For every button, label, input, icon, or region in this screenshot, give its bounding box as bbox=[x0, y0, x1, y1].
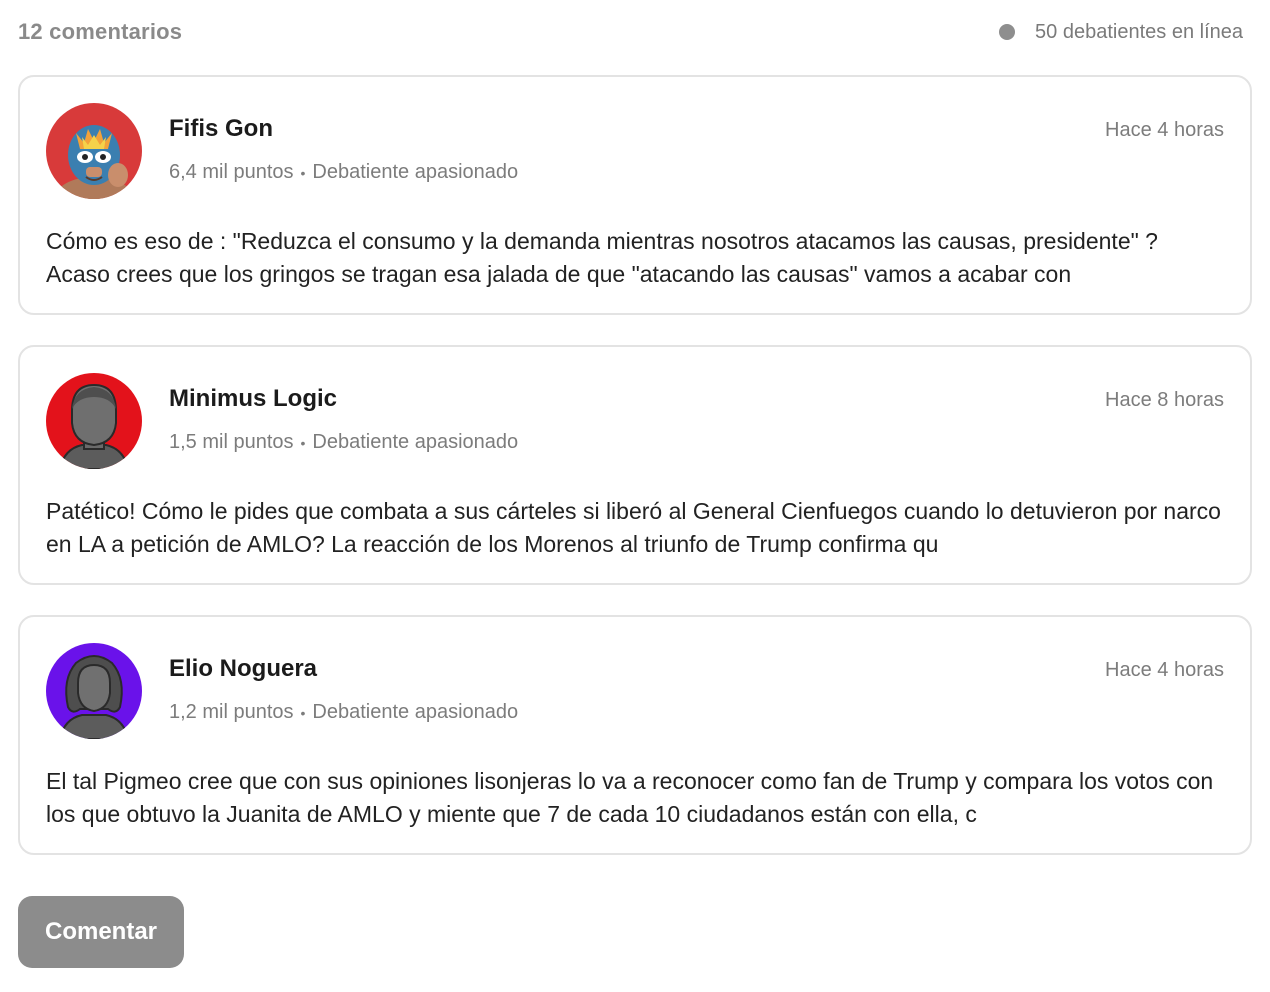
comment-text: El tal Pigmeo cree que con sus opiniones… bbox=[46, 768, 1214, 827]
comment-time: Hace 4 horas bbox=[1105, 659, 1224, 681]
author-name[interactable]: Elio Noguera bbox=[169, 655, 317, 683]
female-silhouette-avatar-icon[interactable] bbox=[46, 643, 142, 739]
author-meta: 6,4 mil puntos • Debatiente apasionado bbox=[169, 161, 518, 184]
author-rank: Debatiente apasionado bbox=[312, 431, 519, 453]
comment-card[interactable]: Minimus Logic 1,5 mil puntos • Debatient… bbox=[18, 345, 1252, 585]
male-silhouette-avatar-icon[interactable] bbox=[46, 373, 142, 469]
comments-header: 12 comentarios 50 debatientes en línea bbox=[18, 14, 1243, 50]
separator-dot: • bbox=[300, 164, 306, 181]
author-rank: Debatiente apasionado bbox=[312, 161, 519, 183]
author-name[interactable]: Fifis Gon bbox=[169, 115, 273, 143]
comment-text: Patético! Cómo le pides que combata a su… bbox=[46, 498, 1221, 557]
comment-card[interactable]: Fifis Gon 6,4 mil puntos • Debatiente ap… bbox=[18, 75, 1252, 315]
comment-time: Hace 8 horas bbox=[1105, 389, 1224, 411]
online-count: 50 debatientes en línea bbox=[1035, 20, 1243, 43]
author-name[interactable]: Minimus Logic bbox=[169, 385, 337, 413]
author-meta: 1,2 mil puntos • Debatiente apasionado bbox=[169, 701, 518, 724]
separator-dot: • bbox=[300, 434, 306, 451]
comment-card[interactable]: Elio Noguera 1,2 mil puntos • Debatiente… bbox=[18, 615, 1252, 855]
comment-time: Hace 4 horas bbox=[1105, 119, 1224, 141]
author-rank: Debatiente apasionado bbox=[312, 701, 519, 723]
author-meta: 1,5 mil puntos • Debatiente apasionado bbox=[169, 431, 518, 454]
comment-text: Cómo es eso de : "Reduzca el consumo y l… bbox=[46, 228, 1158, 287]
author-points: 1,5 mil puntos bbox=[169, 431, 294, 453]
luchador-mask-avatar-icon[interactable] bbox=[46, 103, 142, 199]
separator-dot: • bbox=[300, 704, 306, 721]
online-dot-icon bbox=[999, 24, 1016, 40]
author-points: 1,2 mil puntos bbox=[169, 701, 294, 723]
online-status: 50 debatientes en línea bbox=[999, 21, 1243, 44]
comment-button[interactable]: Comentar bbox=[18, 896, 184, 968]
author-points: 6,4 mil puntos bbox=[169, 161, 294, 183]
comment-count: 12 comentarios bbox=[18, 19, 183, 44]
